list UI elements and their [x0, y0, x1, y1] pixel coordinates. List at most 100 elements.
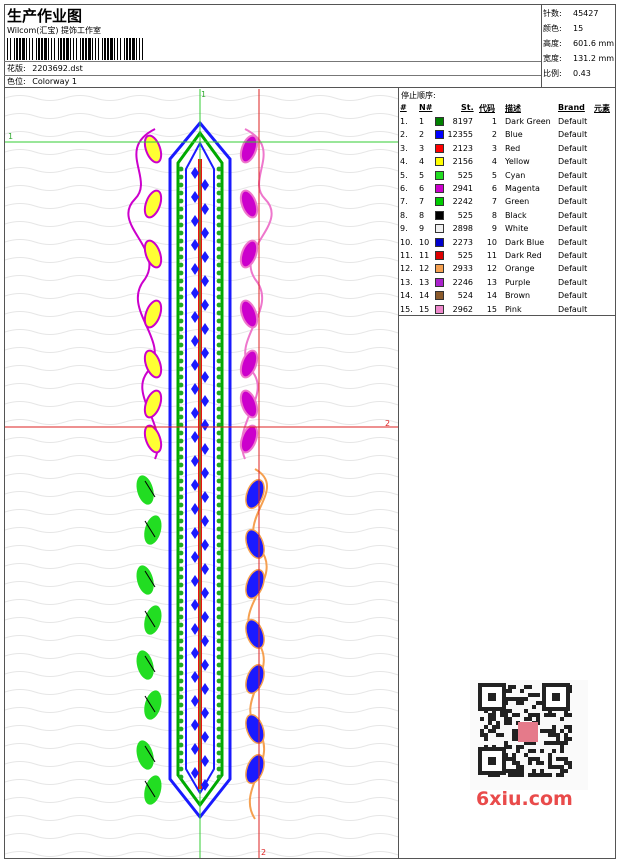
- row-stitches: 524: [457, 291, 473, 301]
- stat-colors: 颜色: 15: [543, 24, 584, 33]
- row-number: 14.: [400, 291, 413, 301]
- row-stitches: 2123: [452, 143, 473, 153]
- row-description: White: [505, 224, 529, 234]
- colorway-label: 色位:: [7, 77, 26, 86]
- row-brand: Default: [558, 197, 588, 207]
- row-description: Brown: [505, 291, 531, 301]
- row-number: 5.: [400, 170, 408, 180]
- row-description: Magenta: [505, 184, 540, 193]
- row-needle: 7: [419, 197, 425, 207]
- row-code: 4: [491, 157, 497, 167]
- row-description: Pink: [505, 304, 522, 314]
- stat-height: 高度: 601.6 mm: [543, 39, 615, 48]
- row-stitches: 2962: [452, 304, 473, 314]
- row-brand: Default: [558, 277, 588, 287]
- row-code: 15: [486, 304, 497, 314]
- legend-row: 14. 14 524 14 Brown Default: [399, 289, 616, 302]
- row-number: 8.: [400, 210, 408, 220]
- row-description: Orange: [505, 264, 535, 274]
- row-number: 3.: [400, 143, 408, 153]
- row-stitches: 525: [457, 251, 473, 260]
- design-file-row: 花版: 2203692.dst: [7, 63, 83, 74]
- row-brand: Default: [558, 224, 588, 234]
- row-description: Dark Green: [505, 117, 551, 126]
- embroidery-design-image: 1 1 2 2: [5, 89, 398, 858]
- row-needle: 4: [419, 157, 425, 167]
- legend-row: 15. 15 2962 15 Pink Default: [399, 303, 616, 316]
- qr-code-image: [470, 680, 588, 790]
- row-needle: 8: [419, 210, 425, 220]
- design-preview: 1 1 2 2: [5, 89, 398, 858]
- row-needle: 13: [419, 277, 430, 287]
- row-code: 2: [491, 130, 497, 140]
- row-description: Dark Red: [505, 251, 542, 260]
- row-description: Green: [505, 197, 530, 207]
- row-description: Black: [505, 210, 527, 220]
- color-legend: 停止顺序: # N# St. 代码 描述 Brand 元素 1. 1 8197 1 Da…: [399, 89, 616, 316]
- row-stitches: 2933: [452, 264, 473, 274]
- row-brand: Default: [558, 143, 588, 153]
- guide-label-h1: 1: [8, 132, 13, 141]
- guide-label-h2: 2: [385, 419, 390, 428]
- col-header-code: 代码: [479, 104, 495, 113]
- legend-row: 10. 10 2273 10 Dark Blue Default: [399, 236, 616, 249]
- row-code: 3: [491, 143, 497, 153]
- row-code: 8: [491, 210, 497, 220]
- row-description: Cyan: [505, 170, 526, 180]
- legend-row: 12. 12 2933 12 Orange Default: [399, 262, 616, 275]
- row-brand: Default: [558, 251, 588, 260]
- row-number: 15.: [400, 304, 413, 314]
- row-number: 9.: [400, 224, 408, 234]
- row-number: 13.: [400, 277, 413, 287]
- row-needle: 10: [419, 237, 430, 247]
- row-brand: Default: [558, 130, 588, 140]
- row-number: 6.: [400, 184, 408, 193]
- colorway-row: 色位: Colorway 1: [7, 76, 77, 87]
- row-stitches: 12355: [447, 130, 473, 140]
- row-needle: 1: [419, 117, 425, 126]
- row-code: 14: [486, 291, 497, 301]
- row-number: 11.: [400, 251, 413, 260]
- design-file-name: 2203692.dst: [32, 64, 83, 73]
- col-header-brand: Brand: [558, 103, 585, 112]
- row-needle: 2: [419, 130, 425, 140]
- row-code: 6: [491, 184, 497, 193]
- legend-row: 7. 7 2242 7 Green Default: [399, 195, 616, 208]
- legend-row: 6. 6 2941 6 Magenta Default: [399, 182, 616, 195]
- row-description: Red: [505, 143, 521, 153]
- row-number: 1.: [400, 117, 408, 126]
- row-brand: Default: [558, 170, 588, 180]
- col-header-num: #: [400, 103, 407, 112]
- row-needle: 3: [419, 143, 425, 153]
- col-header-stitches: St.: [461, 103, 474, 112]
- legend-row: 3. 3 2123 3 Red Default: [399, 142, 616, 155]
- row-needle: 5: [419, 170, 425, 180]
- row-stitches: 2273: [452, 237, 473, 247]
- row-number: 12.: [400, 264, 413, 274]
- legend-row: 2. 2 12355 2 Blue Default: [399, 128, 616, 141]
- row-description: Purple: [505, 277, 531, 287]
- row-needle: 14: [419, 291, 430, 301]
- row-description: Blue: [505, 130, 523, 140]
- stat-scale: 比例: 0.43: [543, 69, 591, 78]
- row-stitches: 525: [457, 210, 473, 220]
- row-stitches: 525: [457, 170, 473, 180]
- row-brand: Default: [558, 237, 588, 247]
- page-title: 生产作业图: [7, 7, 83, 25]
- row-code: 9: [491, 224, 497, 234]
- stat-stitches: 针数: 45427: [543, 9, 599, 18]
- legend-row: 11. 11 525 11 Dark Red Default: [399, 249, 616, 262]
- colorway-name: Colorway 1: [32, 77, 77, 86]
- stats-panel: 针数: 45427 颜色: 15 高度: 601.6 mm 宽度: 131.2 mm 比…: [541, 4, 616, 88]
- legend-title: 停止顺序:: [401, 91, 436, 100]
- row-brand: Default: [558, 291, 588, 301]
- row-brand: Default: [558, 264, 588, 274]
- row-needle: 9: [419, 224, 425, 234]
- row-brand: Default: [558, 304, 588, 314]
- row-code: 11: [486, 251, 497, 260]
- col-header-n: N#: [419, 103, 433, 112]
- row-code: 12: [486, 264, 497, 274]
- row-code: 7: [491, 197, 497, 207]
- legend-row: 9. 9 2898 9 White Default: [399, 222, 616, 235]
- row-stitches: 2898: [452, 224, 473, 234]
